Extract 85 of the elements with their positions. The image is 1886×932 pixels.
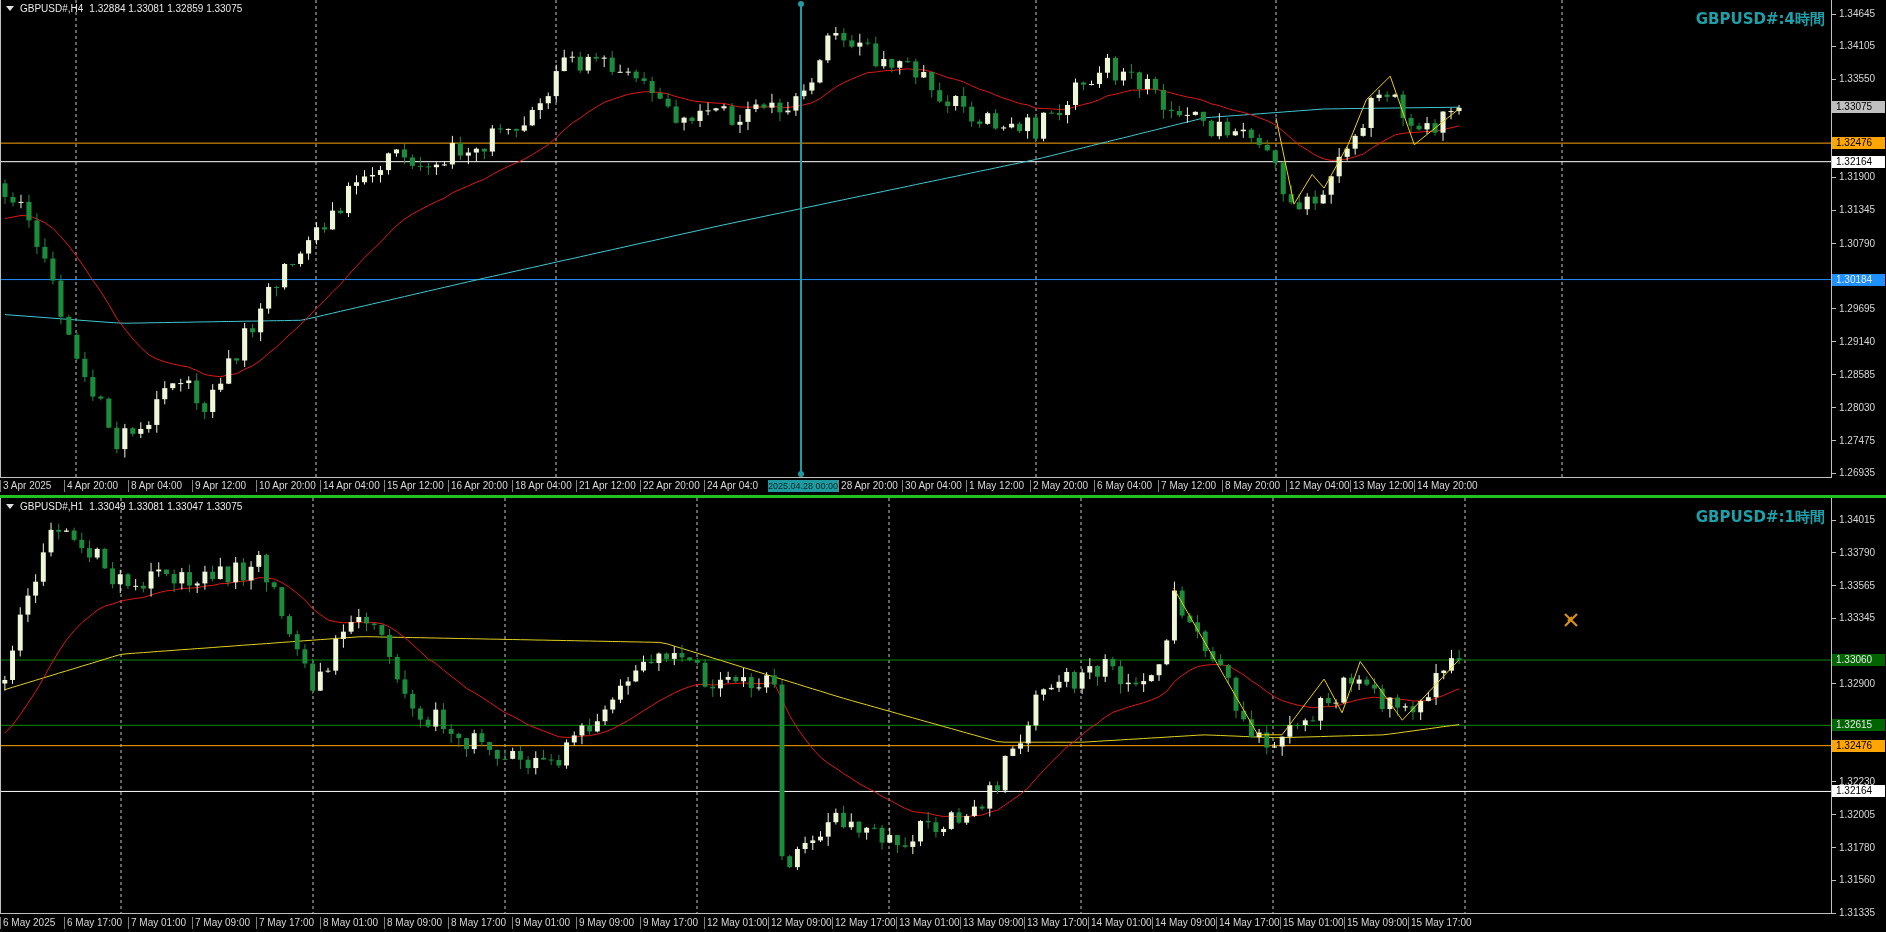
price-label: 1.32615 — [1832, 719, 1885, 732]
time-label: 21 Apr 12:00 — [576, 479, 640, 492]
crosshair-line[interactable] — [798, 1, 804, 477]
time-label: 12 May 17:00 — [832, 916, 896, 929]
chart-title: GBPUSD#:1時間 — [1695, 508, 1825, 527]
time-label: 15 Apr 12:00 — [384, 479, 448, 492]
price-tick: 1.29140 — [1839, 336, 1876, 347]
price-tick: 1.32230 — [1839, 776, 1876, 787]
price-label: 1.32476 — [1832, 137, 1885, 150]
time-label: 6 May 2025 — [0, 916, 64, 929]
price-tick: 1.27475 — [1839, 435, 1876, 446]
time-label: 7 May 01:00 — [128, 916, 192, 929]
ohlc-values: 1.33049 1.33081 1.33047 1.33075 — [89, 501, 243, 512]
price-tick: 1.31900 — [1839, 172, 1876, 183]
price-label: 1.33060 — [1832, 654, 1885, 667]
price-tick: 1.31780 — [1839, 842, 1876, 853]
time-label: 13 May 17:00 — [1024, 916, 1088, 929]
time-label: 12 May 01:00 — [704, 916, 768, 929]
price-tick: 1.31560 — [1839, 875, 1876, 885]
time-label: 30 Apr 04:00 — [902, 479, 967, 492]
time-label: 8 May 17:00 — [448, 916, 512, 929]
price-tick: 1.32005 — [1839, 809, 1876, 820]
price-tick: 1.31335 — [1839, 908, 1876, 918]
time-label: 16 Apr 20:00 — [448, 479, 512, 492]
price-tick: 1.28030 — [1839, 402, 1876, 413]
time-label: 3 Apr 2025 — [0, 479, 64, 492]
ohlc-values: 1.32884 1.33081 1.32859 1.33075 — [89, 3, 243, 14]
time-label: 9 May 17:00 — [640, 916, 704, 929]
time-label: 1 May 12:00 — [966, 479, 1031, 492]
time-label: 7 May 09:00 — [192, 916, 256, 929]
time-label: 8 May 01:00 — [320, 916, 384, 929]
price-tick: 1.32900 — [1839, 678, 1876, 689]
time-label: 9 May 09:00 — [576, 916, 640, 929]
price-label: 1.32164 — [1832, 155, 1885, 168]
price-tick: 1.31345 — [1839, 205, 1876, 216]
price-label: 1.30184 — [1832, 273, 1885, 286]
time-label: 28 Apr 20:00 — [838, 479, 903, 492]
time-label: 7 May 17:00 — [256, 916, 320, 929]
time-label: 14 Apr 04:00 — [320, 479, 384, 492]
price-label: 1.32164 — [1832, 785, 1885, 798]
price-tick: 1.33790 — [1839, 548, 1876, 558]
time-label: 6 May 04:00 — [1094, 479, 1159, 492]
time-label: 9 May 01:00 — [512, 916, 576, 929]
time-label: 6 May 17:00 — [64, 916, 128, 929]
time-label: 22 Apr 20:00 — [640, 479, 704, 492]
price-tick: 1.29695 — [1839, 303, 1876, 314]
price-tick: 1.34105 — [1839, 41, 1876, 52]
price-label: 1.32476 — [1832, 739, 1885, 752]
time-label: 14 May 20:00 — [1414, 479, 1479, 492]
time-label: 14 May 01:00 — [1088, 916, 1152, 929]
symbol-label: GBPUSD#,H4 — [20, 3, 84, 14]
time-label: 12 May 04:00 — [1286, 479, 1351, 492]
price-tick: 1.34015 — [1839, 515, 1876, 525]
time-label: 10 Apr 20:00 — [256, 479, 320, 492]
time-label: 8 Apr 04:00 — [128, 479, 192, 492]
price-tick: 1.30790 — [1839, 238, 1876, 249]
price-tick: 1.33565 — [1839, 581, 1876, 591]
price-tick: 1.33345 — [1839, 613, 1876, 624]
time-label: 7 May 12:00 — [1158, 479, 1223, 492]
time-label: 13 May 01:00 — [896, 916, 960, 929]
time-label: 13 May 09:00 — [960, 916, 1024, 929]
time-label: 15 May 09:00 — [1344, 916, 1408, 929]
time-label: 9 Apr 12:00 — [192, 479, 256, 492]
crosshair-time-label: 2025.04.28 00:00 — [768, 479, 839, 492]
symbol-label: GBPUSD#,H1 — [20, 501, 84, 512]
price-tick: 1.26935 — [1839, 468, 1876, 478]
time-label: 14 May 17:00 — [1216, 916, 1280, 929]
time-label: 15 May 17:00 — [1408, 916, 1472, 929]
chart-title: GBPUSD#:4時間 — [1695, 10, 1825, 29]
crossed-tools-icon[interactable] — [1563, 612, 1579, 628]
time-label: 13 May 12:00 — [1350, 479, 1415, 492]
time-label: 8 May 20:00 — [1222, 479, 1287, 492]
price-tick: 1.28585 — [1839, 369, 1876, 380]
time-label: 8 May 09:00 — [384, 916, 448, 929]
price-label: 1.33075 — [1832, 101, 1885, 114]
price-tick: 1.33550 — [1839, 74, 1876, 85]
time-label: 12 May 09:00 — [768, 916, 832, 929]
time-label: 14 May 09:00 — [1152, 916, 1216, 929]
time-label: 18 Apr 04:00 — [512, 479, 576, 492]
price-tick: 1.34645 — [1839, 9, 1876, 19]
collapse-icon[interactable] — [6, 504, 14, 509]
time-label: 15 May 01:00 — [1280, 916, 1344, 929]
time-label: 4 Apr 20:00 — [64, 479, 128, 492]
collapse-icon[interactable] — [6, 6, 14, 11]
time-label: 2 May 20:00 — [1030, 479, 1095, 492]
